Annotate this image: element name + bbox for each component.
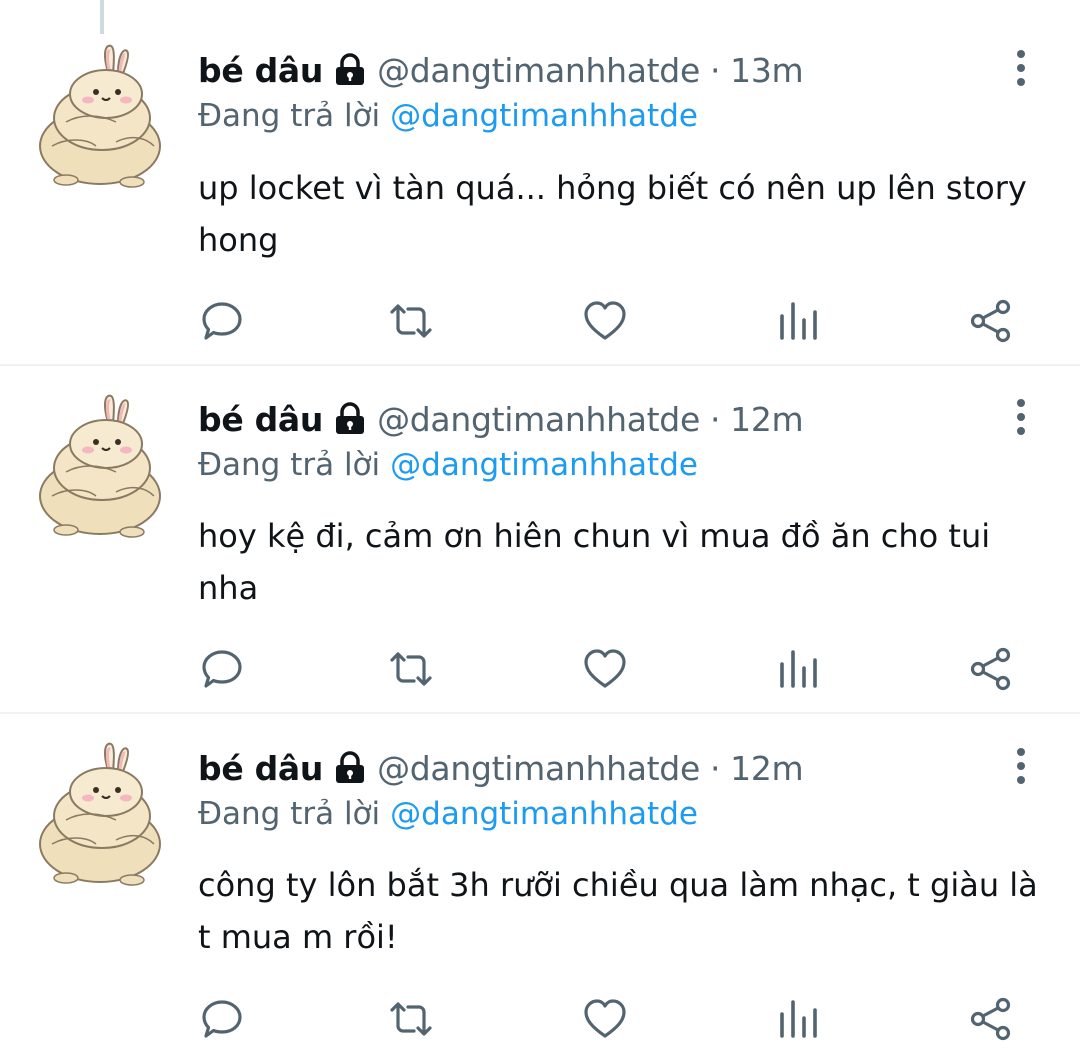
tweet-header: bé dâu @dangtimanhhatde · 12m <box>198 395 804 443</box>
share-icon <box>968 298 1014 344</box>
retweet-button[interactable] <box>386 994 436 1044</box>
replying-to-handle[interactable]: @dangtimanhhatde <box>390 98 698 134</box>
share-button[interactable] <box>966 296 1016 346</box>
heart-icon <box>582 996 628 1042</box>
timestamp[interactable]: 13m <box>730 51 804 90</box>
separator-dot: · <box>709 748 721 788</box>
replying-to-label: Đang trả lời <box>198 796 381 832</box>
reply-button[interactable] <box>197 644 247 694</box>
display-name[interactable]: bé dâu <box>198 749 323 788</box>
bunny-avatar[interactable] <box>36 740 164 890</box>
retweet-button[interactable] <box>386 296 436 346</box>
views-button[interactable] <box>773 644 823 694</box>
more-vertical-icon[interactable] <box>1004 395 1038 439</box>
bar-chart-icon <box>775 996 821 1042</box>
reply-icon <box>199 298 245 344</box>
like-button[interactable] <box>580 994 630 1044</box>
bunny-avatar[interactable] <box>36 392 164 542</box>
lock-icon <box>333 751 367 785</box>
tweet-text: công ty lôn bắt 3h rưỡi chiều qua làm nh… <box>198 866 1038 956</box>
bar-chart-icon <box>775 646 821 692</box>
tweet-header: bé dâu @dangtimanhhatde · 13m <box>198 46 804 94</box>
tweet-header: bé dâu @dangtimanhhatde · 12m <box>198 744 804 792</box>
retweet-icon <box>388 646 434 692</box>
tweet-2[interactable]: bé dâu @dangtimanhhatde · 12m Đang trả l… <box>0 366 1080 714</box>
share-button[interactable] <box>966 644 1016 694</box>
display-name[interactable]: bé dâu <box>198 400 323 439</box>
timestamp[interactable]: 12m <box>730 749 804 788</box>
more-vertical-icon[interactable] <box>1004 744 1038 788</box>
display-name[interactable]: bé dâu <box>198 51 323 90</box>
replying-to-handle[interactable]: @dangtimanhhatde <box>390 796 698 832</box>
like-button[interactable] <box>580 644 630 694</box>
separator-dot: · <box>709 399 721 439</box>
share-icon <box>968 646 1014 692</box>
more-vertical-icon[interactable] <box>1004 46 1038 90</box>
replying-to: Đang trả lời @dangtimanhhatde <box>198 443 698 487</box>
separator-dot: · <box>709 50 721 90</box>
reply-button[interactable] <box>197 994 247 1044</box>
reply-icon <box>199 646 245 692</box>
retweet-button[interactable] <box>386 644 436 694</box>
user-handle[interactable]: @dangtimanhhatde <box>377 749 700 788</box>
lock-icon <box>333 402 367 436</box>
action-bar <box>0 644 1080 694</box>
replying-to-label: Đang trả lời <box>198 98 381 134</box>
heart-icon <box>582 646 628 692</box>
user-handle[interactable]: @dangtimanhhatde <box>377 400 700 439</box>
heart-icon <box>582 298 628 344</box>
retweet-icon <box>388 298 434 344</box>
bar-chart-icon <box>775 298 821 344</box>
tweet-text: hoy kệ đi, cảm ơn hiên chun vì mua đồ ăn… <box>198 517 991 607</box>
share-button[interactable] <box>966 994 1016 1044</box>
reply-icon <box>199 996 245 1042</box>
replying-to-handle[interactable]: @dangtimanhhatde <box>390 447 698 483</box>
action-bar <box>0 994 1080 1044</box>
tweet-3[interactable]: bé dâu @dangtimanhhatde · 12m Đang trả l… <box>0 714 1080 1064</box>
share-icon <box>968 996 1014 1042</box>
tweet-text: up locket vì tàn quá... hỏng biết có nên… <box>198 169 1027 259</box>
retweet-icon <box>388 996 434 1042</box>
views-button[interactable] <box>773 994 823 1044</box>
lock-icon <box>333 53 367 87</box>
timestamp[interactable]: 12m <box>730 400 804 439</box>
bunny-avatar[interactable] <box>36 42 164 192</box>
replying-to: Đang trả lời @dangtimanhhatde <box>198 792 698 836</box>
replying-to-label: Đang trả lời <box>198 447 381 483</box>
tweet-1[interactable]: bé dâu @dangtimanhhatde · 13m Đang trả l… <box>0 0 1080 366</box>
views-button[interactable] <box>773 296 823 346</box>
like-button[interactable] <box>580 296 630 346</box>
reply-button[interactable] <box>197 296 247 346</box>
action-bar <box>0 296 1080 346</box>
replying-to: Đang trả lời @dangtimanhhatde <box>198 94 698 138</box>
user-handle[interactable]: @dangtimanhhatde <box>377 51 700 90</box>
